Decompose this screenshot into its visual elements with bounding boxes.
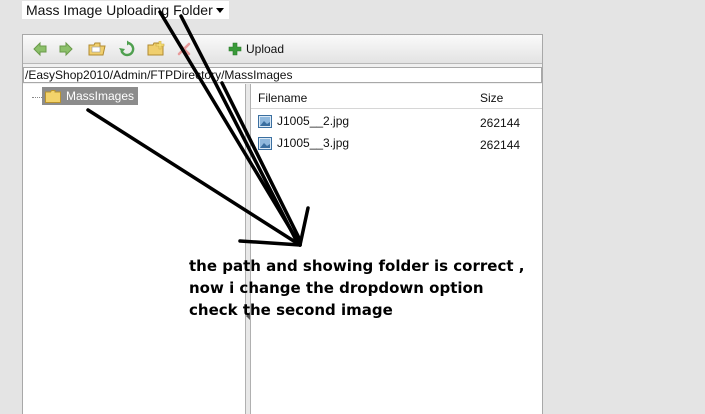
arrow-left-icon [33,41,47,57]
folder-tree [23,84,245,414]
toolbar: Upload [23,35,542,64]
delete-button[interactable] [175,40,193,58]
folder-dropdown[interactable]: Mass Image Uploading Folder [22,1,229,19]
file-name: J1005__3.jpg [277,136,350,150]
chevron-down-icon[interactable] [216,8,224,13]
annotation-line: now i change the dropdown option [189,279,484,297]
refresh-icon [119,40,135,57]
column-header-size[interactable]: Size [480,91,503,105]
file-size: 262144 [480,138,521,152]
arrow-right-icon [59,41,73,57]
open-folder-icon [88,42,106,56]
back-button[interactable] [31,40,49,58]
file-row[interactable]: J1005__3.jpg [258,136,349,150]
file-size: 262144 [480,116,521,130]
annotation-text: the path and showing folder is correct ,… [189,255,529,321]
image-file-icon [258,136,272,150]
folder-dropdown-value: Mass Image Uploading Folder [26,2,213,18]
annotation-line: the path and showing folder is correct , [189,257,525,275]
new-folder-button[interactable] [147,40,165,58]
forward-button[interactable] [57,40,75,58]
plus-icon [228,42,242,56]
open-folder-button[interactable] [88,40,106,58]
tree-node-massimages[interactable]: MassImages [42,87,138,105]
image-file-icon [258,114,272,128]
annotation-line: check the second image [189,301,393,319]
refresh-button[interactable] [118,40,136,58]
file-name: J1005__2.jpg [277,114,350,128]
file-list [251,84,542,414]
upload-label: Upload [246,42,285,56]
file-row[interactable]: J1005__2.jpg [258,114,349,128]
upload-button[interactable]: Upload [228,39,284,59]
tree-node-label: MassImages [66,89,135,103]
column-header-filename[interactable]: Filename [258,91,307,105]
folder-icon [45,89,61,103]
new-folder-icon [147,41,165,56]
delete-icon [177,42,191,56]
path-bar: /EasyShop2010/Admin/FTPDirectory/MassIma… [23,67,542,83]
